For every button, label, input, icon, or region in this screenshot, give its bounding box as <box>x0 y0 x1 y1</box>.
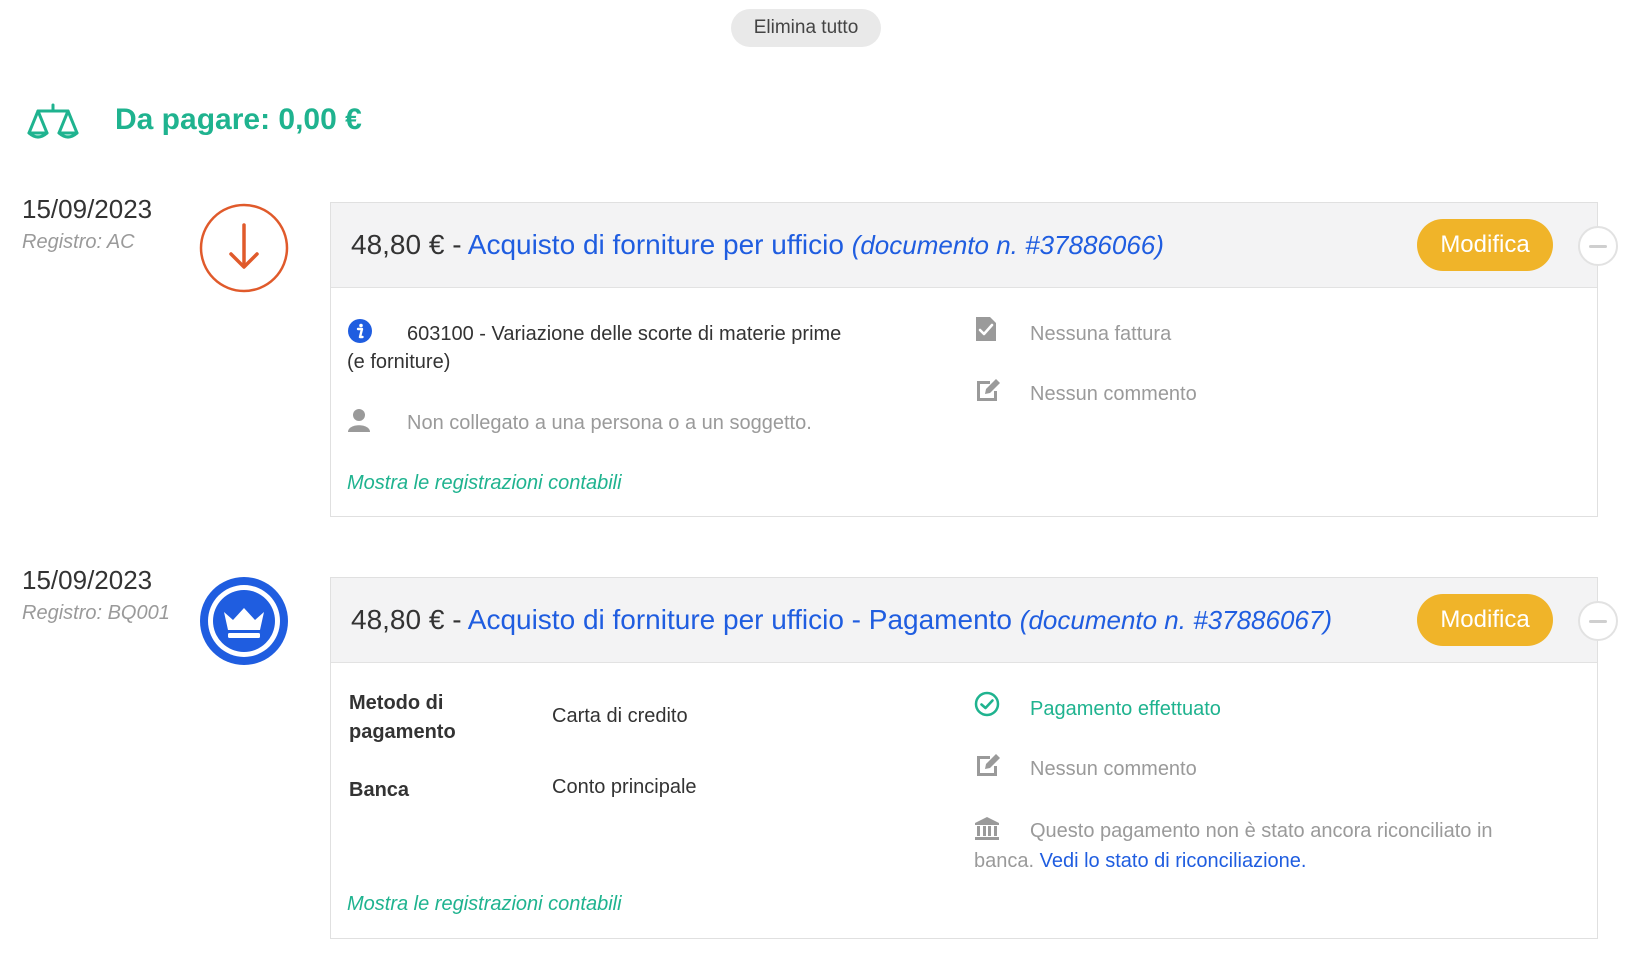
card-header: 48,80 € - Acquisto di forniture per uffi… <box>331 578 1618 663</box>
collapse-icon[interactable] <box>1578 226 1618 266</box>
comment-status: Nessun commento <box>1030 383 1197 405</box>
card-header: 48,80 € - Acquisto di forniture per uffi… <box>331 203 1618 288</box>
collapse-icon[interactable] <box>1578 601 1618 641</box>
payment-method-value: Carta di credito <box>552 705 688 727</box>
document-number: (documento n. #37886067) <box>1019 605 1333 635</box>
reconciliation-status-link[interactable]: Vedi lo stato di riconciliazione. <box>1040 850 1307 872</box>
linked-person: Non collegato a una persona o a un sogge… <box>407 412 812 434</box>
reconciliation-text-cont: banca. <box>974 850 1035 872</box>
reconciliation-text: Questo pagamento non è stato ancora rico… <box>1030 820 1493 842</box>
crown-icon <box>200 577 288 665</box>
scale-icon <box>27 103 79 139</box>
entry-date: 15/09/2023 <box>22 194 153 224</box>
bank-icon <box>975 817 999 840</box>
info-icon <box>348 319 372 343</box>
transaction-card: 48,80 € - Acquisto di forniture per uffi… <box>330 202 1618 517</box>
account-label: 603100 - Variazione delle scorte di mate… <box>407 323 842 345</box>
person-icon <box>348 409 370 432</box>
edit-comment-icon <box>977 379 1000 401</box>
payment-status: Pagamento effettuato <box>1030 698 1221 720</box>
payment-method-label: Metodo di pagamento <box>349 689 456 747</box>
card-title: 48,80 € - Acquisto di forniture per uffi… <box>351 604 1332 636</box>
arrow-down-icon <box>199 203 289 293</box>
check-circle-icon <box>974 691 1000 717</box>
separator: - <box>452 229 462 260</box>
show-entries-link[interactable]: Mostra le registrazioni contabili <box>347 893 622 916</box>
show-entries-link[interactable]: Mostra le registrazioni contabili <box>347 472 622 495</box>
entry-register: Registro: AC <box>22 231 135 253</box>
payment-method-label-line2: pagamento <box>349 721 456 743</box>
reconciliation-line2: banca. Vedi lo stato di riconciliazione. <box>974 850 1306 873</box>
transaction-card: 48,80 € - Acquisto di forniture per uffi… <box>330 577 1618 939</box>
invoice-icon <box>976 317 996 341</box>
bank-label: Banca <box>349 779 410 801</box>
invoice-status: Nessuna fattura <box>1030 323 1172 345</box>
document-number: (documento n. #37886066) <box>851 230 1164 260</box>
delete-all-button[interactable]: Elimina tutto <box>731 9 881 47</box>
card-title: 48,80 € - Acquisto di forniture per uffi… <box>351 229 1164 261</box>
amount-due-label: Da pagare: 0,00 € <box>115 103 362 136</box>
separator: - <box>452 604 462 635</box>
edit-button[interactable]: Modifica <box>1417 219 1553 271</box>
amount: 48,80 € <box>351 229 445 260</box>
edit-button[interactable]: Modifica <box>1417 594 1553 646</box>
account-label-cont: (e forniture) <box>347 351 451 373</box>
payment-method-label-line1: Metodo di <box>349 692 444 714</box>
edit-comment-icon <box>977 754 1000 776</box>
bank-value: Conto principale <box>552 776 697 798</box>
comment-status: Nessun commento <box>1030 758 1197 780</box>
entry-register: Registro: BQ001 <box>22 602 170 624</box>
amount: 48,80 € <box>351 604 445 635</box>
transaction-title-link[interactable]: Acquisto di forniture per ufficio - Paga… <box>468 604 1012 635</box>
transaction-title-link[interactable]: Acquisto di forniture per ufficio <box>468 229 844 260</box>
entry-date: 15/09/2023 <box>22 565 153 595</box>
